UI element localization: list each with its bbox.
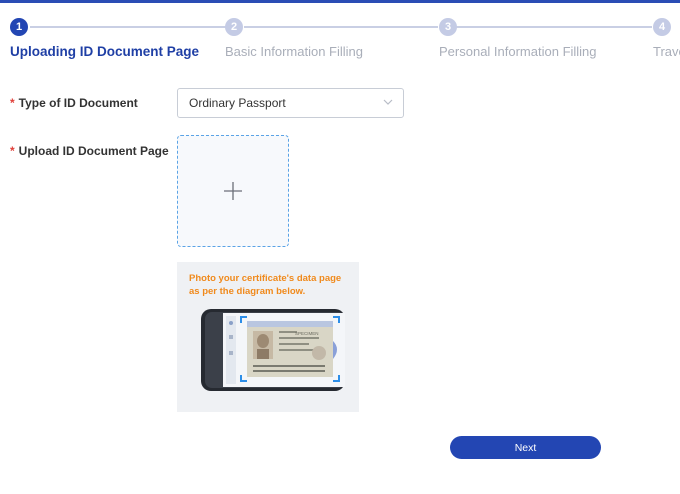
step-connector	[30, 26, 226, 28]
step-indicator: 1 2 3 4 Uploading ID Document Page Basic…	[0, 17, 680, 67]
phone-passport-illustration: SPECIMEN	[201, 309, 345, 391]
photo-guide-text: Photo your certificate's data page as pe…	[189, 273, 342, 297]
id-type-label-text: Type of ID Document	[18, 96, 138, 110]
step-3-label: Personal Information Filling	[439, 44, 597, 59]
upload-label: * Upload ID Document Page	[10, 144, 169, 158]
id-type-selected-value: Ordinary Passport	[189, 96, 286, 110]
required-mark: *	[10, 96, 15, 110]
step-3-circle: 3	[439, 18, 457, 36]
photo-guide: Photo your certificate's data page as pe…	[177, 262, 359, 412]
chevron-down-icon	[383, 99, 393, 105]
step-connector	[456, 26, 652, 28]
upload-dropzone[interactable]	[177, 135, 289, 247]
step-1-label: Uploading ID Document Page	[10, 44, 200, 59]
upload-label-text: Upload ID Document Page	[18, 144, 169, 158]
next-button[interactable]: Next	[450, 436, 601, 459]
step-1-circle: 1	[10, 18, 28, 36]
specimen-text: SPECIMEN	[295, 331, 319, 336]
required-mark: *	[10, 144, 15, 158]
plus-icon	[224, 182, 242, 200]
step-2-circle: 2	[225, 18, 243, 36]
id-type-select[interactable]: Ordinary Passport	[177, 88, 404, 118]
step-connector	[244, 26, 438, 28]
step-4-label: Trave	[653, 44, 680, 59]
id-type-label: * Type of ID Document	[10, 96, 138, 110]
step-4-circle: 4	[653, 18, 671, 36]
top-accent-bar	[0, 0, 680, 3]
step-2-label: Basic Information Filling	[225, 44, 363, 59]
